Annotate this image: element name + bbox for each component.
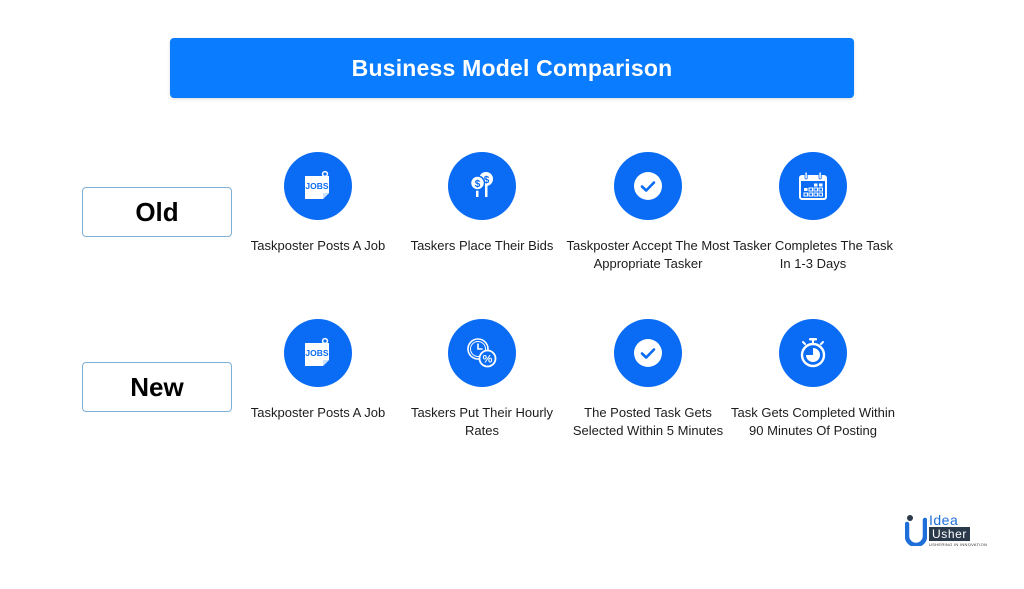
row-label-new: New <box>82 362 232 412</box>
logo-mark-icon <box>905 515 927 546</box>
step-label: Taskposter Posts A Job <box>250 238 386 253</box>
jobs-note-icon: JOBS <box>284 319 352 387</box>
logo-text-usher: Usher <box>929 527 971 541</box>
step-label: Taskposter Accept The Most Appropriate T… <box>566 238 730 271</box>
svg-text:JOBS: JOBS <box>305 348 328 358</box>
clock-percent-icon: % <box>448 319 516 387</box>
old-step-2: $ $ Taskers Place Their Bids <box>397 152 567 255</box>
svg-text:JOBS: JOBS <box>305 181 328 191</box>
check-circle-icon <box>614 319 682 387</box>
step-label: Taskers Place Their Bids <box>410 238 554 253</box>
step-label: Taskers Put Their Hourly Rates <box>410 405 554 438</box>
brand-logo: Idea Usher USHERING IN INNOVATION <box>905 512 1000 548</box>
dollar-bids-icon: $ $ <box>448 152 516 220</box>
new-step-4: Task Gets Completed Within 90 Minutes Of… <box>728 319 898 440</box>
stopwatch-icon <box>779 319 847 387</box>
step-label: The Posted Task Gets Selected Within 5 M… <box>572 405 724 438</box>
new-step-2: % Taskers Put Their Hourly Rates <box>397 319 567 440</box>
step-label: Task Gets Completed Within 90 Minutes Of… <box>730 405 895 438</box>
old-step-1: JOBS Taskposter Posts A Job <box>233 152 403 255</box>
jobs-note-icon: JOBS <box>284 152 352 220</box>
page-title: Business Model Comparison <box>351 54 673 81</box>
step-label: Tasker Completes The Task In 1-3 Days <box>733 238 893 271</box>
check-circle-icon <box>614 152 682 220</box>
old-step-4: Tasker Completes The Task In 1-3 Days <box>728 152 898 273</box>
svg-text:%: % <box>483 354 493 366</box>
svg-text:$: $ <box>475 179 481 190</box>
new-step-3: The Posted Task Gets Selected Within 5 M… <box>563 319 733 440</box>
calendar-icon <box>779 152 847 220</box>
logo-tagline: USHERING IN INNOVATION <box>929 542 988 547</box>
new-step-1: JOBS Taskposter Posts A Job <box>233 319 403 422</box>
svg-text:$: $ <box>484 175 490 186</box>
row-label-old: Old <box>82 187 232 237</box>
title-banner: Business Model Comparison <box>170 38 854 98</box>
logo-text-idea: Idea <box>929 512 959 528</box>
old-step-3: Taskposter Accept The Most Appropriate T… <box>563 152 733 273</box>
step-label: Taskposter Posts A Job <box>250 405 386 420</box>
